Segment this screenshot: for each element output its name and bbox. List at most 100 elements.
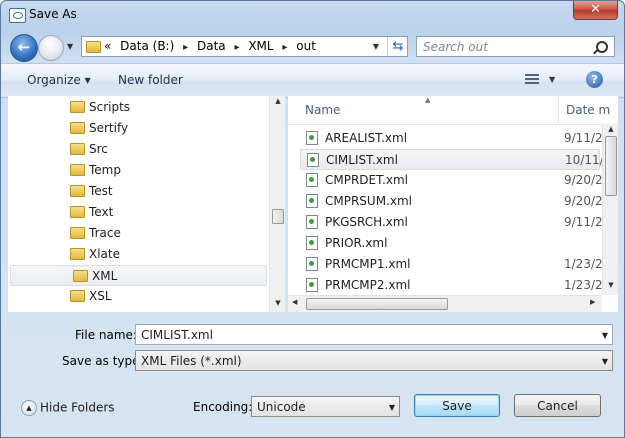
forward-button[interactable]	[38, 35, 64, 61]
refresh-icon[interactable]: ⇆	[387, 37, 408, 56]
scroll-down-icon[interactable]: ▼	[270, 299, 285, 311]
save-as-type-label: Save as type:	[62, 354, 144, 368]
chevron-right-icon[interactable]: ▸	[234, 42, 239, 53]
folder-icon	[70, 206, 85, 218]
column-divider[interactable]	[558, 96, 559, 124]
tree-item[interactable]: XML	[10, 265, 267, 286]
scroll-thumb[interactable]	[272, 209, 284, 224]
file-name: PRMCMP1.xml	[325, 257, 411, 271]
scroll-thumb[interactable]	[605, 136, 617, 196]
folder-icon	[70, 290, 85, 302]
encoding-value: Unicode	[257, 400, 306, 414]
xml-file-icon	[306, 278, 318, 292]
file-name: CMPRSUM.xml	[325, 194, 412, 208]
xml-file-icon	[307, 153, 319, 167]
file-name-value[interactable]: CIMLIST.xml	[141, 328, 213, 342]
new-folder-button[interactable]: New folder	[118, 73, 183, 87]
search-input[interactable]: Search out	[416, 36, 615, 57]
chevron-right-icon[interactable]: ▸	[183, 42, 188, 53]
encoding-select[interactable]: Unicode ▼	[251, 396, 400, 417]
save-as-type-select[interactable]: XML Files (*.xml) ▼	[135, 350, 613, 371]
tree-item-label: XSL	[89, 289, 112, 303]
xml-file-icon	[306, 194, 318, 208]
scroll-left-icon[interactable]: ◀	[292, 298, 297, 306]
tree-item[interactable]: Trace	[8, 223, 266, 244]
file-row[interactable]: CMPRDET.xml 9/20/2	[300, 170, 603, 191]
file-name: PRMCMP2.xml	[325, 278, 411, 292]
file-name-field[interactable]: CIMLIST.xml ▼	[135, 324, 613, 345]
chevron-down-icon[interactable]: ▼	[389, 403, 395, 412]
tree-item[interactable]: Scripts	[8, 97, 266, 118]
folder-icon	[73, 270, 88, 282]
tree-item[interactable]: XSL	[8, 286, 266, 307]
file-row[interactable]: CIMLIST.xml 10/11/.	[300, 149, 607, 170]
breadcrumb-data[interactable]: Data	[197, 39, 226, 53]
navigation-bar: ← ▼ « Data (B:) ▸ Data ▸ XML ▸ out ▼ ⇆ S…	[1, 31, 624, 63]
tree-item-label: XML	[92, 269, 118, 283]
tree-item-label: Xlate	[89, 247, 120, 261]
chevron-up-icon: ▲	[21, 400, 37, 416]
close-button[interactable]: ✕	[573, 1, 618, 20]
folder-icon	[70, 248, 85, 260]
tree-item-label: Scripts	[89, 100, 131, 114]
tree-item-label: Sertify	[89, 121, 129, 135]
change-view-icon[interactable]	[525, 74, 539, 86]
file-date-modified: 9/20/2	[564, 173, 603, 187]
hide-folders-button[interactable]: ▲ Hide Folders	[21, 400, 115, 416]
file-name: CIMLIST.xml	[326, 153, 398, 167]
folder-icon	[70, 122, 85, 134]
organize-button[interactable]: Organize ▾	[27, 73, 91, 87]
xml-file-icon	[306, 257, 318, 271]
tree-item[interactable]: Text	[8, 202, 266, 223]
view-options-dropdown-icon[interactable]: ▼	[549, 75, 555, 84]
file-list-vertical-scrollbar[interactable]: ▲ ▼	[602, 124, 618, 295]
file-name-label: File name:	[75, 328, 137, 342]
breadcrumb-drive[interactable]: Data (B:)	[120, 39, 174, 53]
scroll-up-icon[interactable]: ▲	[270, 97, 285, 109]
scroll-right-icon[interactable]: ▶	[590, 298, 595, 306]
file-row[interactable]: PRMCMP1.xml 1/23/2	[300, 254, 603, 275]
cancel-button[interactable]: Cancel	[514, 394, 601, 417]
save-button[interactable]: Save	[414, 394, 500, 417]
file-list-pane: ▲ Name Date m AREALIST.xml 9/11/2 CIMLIST.…	[288, 96, 618, 312]
column-header-name[interactable]: Name	[305, 103, 340, 117]
file-date-modified: 1/23/2	[564, 278, 603, 292]
column-header-date-modified[interactable]: Date m	[566, 103, 610, 117]
chevron-down-icon[interactable]: ▼	[602, 331, 608, 340]
breadcrumb-overflow[interactable]: «	[104, 39, 111, 53]
tree-item[interactable]: Temp	[8, 160, 266, 181]
hide-folders-label: Hide Folders	[40, 400, 115, 415]
breadcrumb-xml[interactable]: XML	[248, 39, 273, 53]
file-date-modified: 9/11/2	[564, 131, 603, 145]
xml-file-icon	[306, 236, 318, 250]
file-row[interactable]: CMPRSUM.xml 9/20/2	[300, 191, 603, 212]
file-list-horizontal-scrollbar[interactable]: ◀ ▶	[288, 295, 602, 312]
tree-item[interactable]: Test	[8, 181, 266, 202]
file-row[interactable]: PRIOR.xml	[300, 233, 600, 254]
chevron-right-icon[interactable]: ▸	[282, 42, 287, 53]
file-row[interactable]: PKGSRCH.xml 9/11/2	[300, 212, 603, 233]
navigation-pane-scrollbar[interactable]: ▲ ▼	[269, 96, 285, 312]
tree-item-label: Trace	[89, 226, 121, 240]
folder-icon	[70, 143, 85, 155]
help-icon[interactable]: ?	[586, 71, 603, 88]
window-title: Save As	[29, 7, 77, 21]
recent-pages-dropdown-icon[interactable]: ▼	[67, 42, 73, 51]
xml-file-icon	[306, 173, 318, 187]
scroll-thumb[interactable]	[306, 298, 448, 310]
file-row[interactable]: PRMCMP2.xml 1/23/2	[300, 275, 603, 296]
save-as-type-value: XML Files (*.xml)	[141, 354, 242, 368]
tree-item[interactable]: Src	[8, 139, 266, 160]
folder-icon	[70, 227, 85, 239]
chevron-down-icon[interactable]: ▼	[602, 357, 608, 366]
breadcrumb-out[interactable]: out	[296, 39, 316, 53]
tree-item[interactable]: Sertify	[8, 118, 266, 139]
search-icon[interactable]	[596, 41, 608, 53]
file-row[interactable]: AREALIST.xml 9/11/2	[300, 128, 603, 149]
tree-item-label: Src	[89, 142, 108, 156]
back-button[interactable]: ←	[10, 34, 38, 62]
scroll-down-icon[interactable]: ▼	[603, 281, 618, 293]
address-bar[interactable]: « Data (B:) ▸ Data ▸ XML ▸ out ▼ ⇆	[81, 36, 408, 57]
tree-item[interactable]: Xlate	[8, 244, 266, 265]
address-dropdown-icon[interactable]: ▼	[369, 38, 383, 55]
